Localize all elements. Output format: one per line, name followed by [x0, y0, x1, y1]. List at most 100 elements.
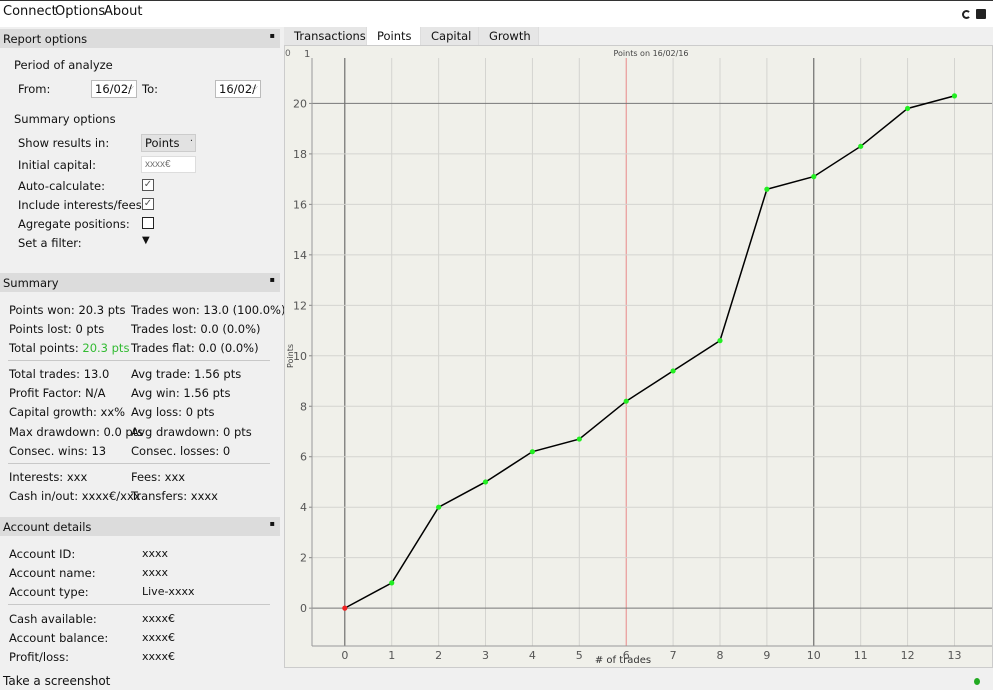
initial-capital-label: Initial capital:	[18, 158, 96, 172]
account-details-title: Account details	[3, 520, 92, 534]
divider	[8, 360, 270, 361]
account-details-header: Account details ▪	[0, 517, 280, 536]
menu-options[interactable]: Options	[55, 4, 105, 19]
y-tick-label: 10	[293, 350, 307, 363]
initial-capital-input[interactable]	[141, 156, 196, 173]
include-fees-label: Include interests/fees:	[18, 198, 146, 212]
total-trades: Total trades: 13.0	[9, 367, 110, 381]
from-date-picker[interactable]: 16/02/⌵	[91, 80, 137, 98]
avg-drawdown: Avg drawdown: 0 pts	[131, 425, 252, 439]
x-tick-label: 13	[947, 649, 961, 662]
tab-points[interactable]: Points	[367, 27, 421, 45]
avg-win: Avg win: 1.56 pts	[131, 386, 231, 400]
x-tick-label: 4	[529, 649, 536, 662]
account-row-label: Profit/loss:	[9, 650, 69, 664]
account-row-label: Cash available:	[9, 612, 97, 626]
menu-connect[interactable]: Connect	[3, 4, 57, 19]
chart-svg: 0 1 Points on 16/02/16 # of trades Point…	[285, 49, 992, 666]
filter-icon[interactable]: ▼	[142, 235, 150, 246]
trades-won: Trades won: 13.0 (100.0%)	[131, 303, 286, 317]
float-icon[interactable]: ▪	[270, 275, 275, 284]
report-options-header: Report options ▪	[0, 29, 280, 48]
cash-in-out: Cash in/out: xxxx€/xxx	[9, 489, 141, 503]
x-tick-label: 5	[576, 649, 583, 662]
interests: Interests: xxx	[9, 470, 88, 484]
menu-bar: Connect Options About	[0, 0, 993, 27]
dropdown-arrow-icon: ·	[189, 136, 193, 147]
data-point	[858, 143, 864, 149]
y-tick-label: 14	[293, 249, 307, 262]
x-tick-label: 0	[341, 649, 348, 662]
data-point	[529, 449, 536, 455]
x-tick-label: 7	[670, 649, 677, 662]
data-point	[764, 186, 770, 192]
data-point	[482, 479, 489, 485]
camera-icon[interactable]	[976, 9, 986, 19]
account-row-label: Account balance:	[9, 631, 109, 645]
transfers: Transfers: xxxx	[131, 489, 218, 503]
y-tick-label: 6	[300, 451, 307, 464]
account-row-value: xxxx€	[142, 631, 176, 644]
account-row-value: Live-xxxx	[142, 585, 195, 598]
include-fees-checkbox[interactable]: ✓	[142, 198, 154, 210]
data-point	[342, 605, 348, 611]
x-tick-label: 12	[901, 649, 915, 662]
aggregate-label: Agregate positions:	[18, 217, 130, 231]
data-point	[904, 105, 911, 112]
total-points-value: 20.3 pts	[82, 341, 130, 355]
tab-transactions[interactable]: Transactions	[284, 27, 367, 45]
avg-loss: Avg loss: 0 pts	[131, 405, 215, 419]
chevron-down-icon: ⌵	[126, 82, 134, 93]
auto-calculate-checkbox[interactable]: ✓	[142, 179, 154, 191]
y-tick-label: 16	[293, 198, 307, 211]
account-row-value: xxxx€	[142, 612, 176, 625]
from-label: From:	[18, 82, 51, 96]
summary-options-heading: Summary options	[14, 112, 116, 126]
x-tick-label: 11	[854, 649, 868, 662]
x-tick-label: 9	[763, 649, 770, 662]
divider	[8, 604, 270, 605]
to-date-picker[interactable]: 16/02/⌵	[215, 80, 261, 98]
chevron-down-icon: ⌵	[250, 82, 258, 93]
y-tick-label: 4	[300, 501, 307, 514]
filter-label: Set a filter:	[18, 236, 82, 250]
status-text: Take a screenshot	[3, 674, 111, 688]
data-point	[436, 504, 442, 510]
y-tick-label: 20	[293, 97, 307, 110]
account-row-label: Account type:	[9, 585, 89, 599]
aggregate-checkbox[interactable]	[142, 217, 154, 229]
profit-factor: Profit Factor: N/A	[9, 386, 106, 400]
points-chart: 0 1 Points on 16/02/16 # of trades Point…	[284, 45, 993, 668]
float-icon[interactable]: ▪	[270, 31, 275, 40]
account-row-label: Account ID:	[9, 547, 76, 561]
menu-about[interactable]: About	[104, 4, 142, 19]
account-row-value: xxxx	[142, 566, 169, 579]
x-tick-label: 2	[435, 649, 442, 662]
y-tick-label: 0	[300, 602, 307, 615]
points-won-value: 20.3 pts	[78, 303, 126, 317]
total-points-label: Total points:	[9, 341, 79, 355]
consec-wins: Consec. wins: 13	[9, 444, 107, 458]
show-results-select[interactable]: Points ·	[141, 134, 196, 152]
data-point	[717, 338, 723, 344]
data-point	[670, 368, 676, 374]
y-tick-label: 2	[300, 552, 307, 565]
x-tick-label: 6	[623, 649, 630, 662]
tab-capital[interactable]: Capital	[421, 27, 479, 45]
data-point	[576, 436, 582, 442]
float-icon[interactable]: ▪	[270, 519, 275, 528]
period-heading: Period of analyze	[14, 58, 113, 72]
data-point	[951, 93, 958, 99]
account-row-label: Account name:	[9, 566, 96, 580]
chart-title: Points on 16/02/16	[613, 49, 688, 58]
to-label: To:	[142, 82, 158, 96]
refresh-icon[interactable]	[962, 10, 971, 19]
consec-losses: Consec. losses: 0	[131, 444, 231, 458]
points-won-label: Points won:	[9, 303, 75, 317]
data-point	[389, 580, 395, 586]
tab-growth[interactable]: Growth	[479, 27, 539, 45]
total-points: Total points: 20.3 pts	[9, 341, 129, 355]
y-tick-label: 12	[293, 299, 307, 312]
series-line	[344, 95, 955, 609]
summary-title: Summary	[3, 276, 59, 290]
